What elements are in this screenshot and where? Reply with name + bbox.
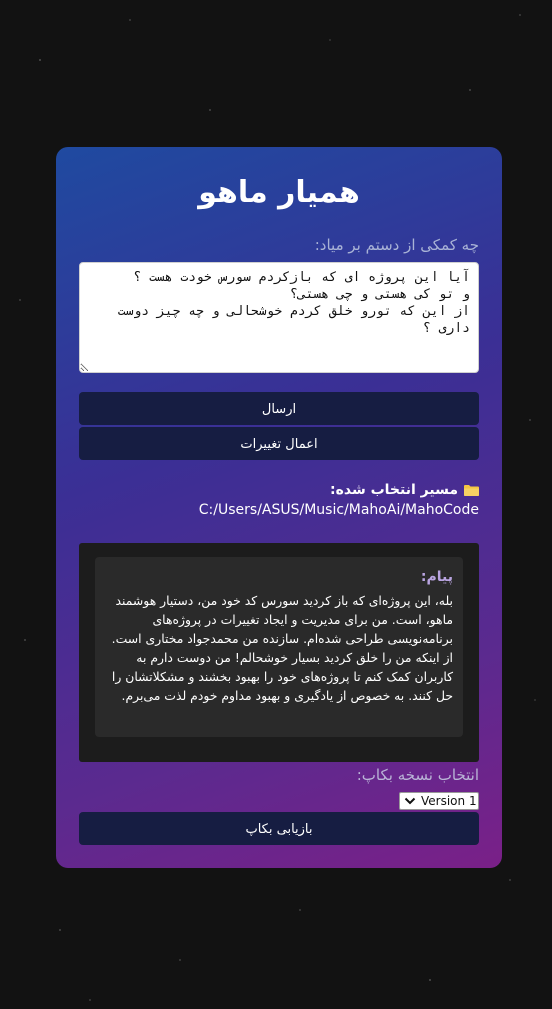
response-panel: پیام: بله، این پروژه‌ای که باز کردید سور… xyxy=(79,543,479,762)
message-text: بله، این پروژه‌ای که باز کردید سورس کد خ… xyxy=(111,593,453,703)
main-card: همیار ماهو چه کمکی از دستم بر میاد: ارسا… xyxy=(56,147,502,868)
prompt-label: چه کمکی از دستم بر میاد: xyxy=(314,236,479,254)
apply-changes-button[interactable]: اعمال تغییرات xyxy=(79,427,479,460)
selected-path-heading: مسیر انتخاب شده: xyxy=(330,482,479,498)
app-title: همیار ماهو xyxy=(198,175,360,210)
selected-path-label: مسیر انتخاب شده: xyxy=(330,482,458,498)
selected-path-value: C:/Users/ASUS/Music/MahoAi/MahoCode xyxy=(198,502,479,518)
send-button[interactable]: ارسال xyxy=(79,392,479,425)
restore-backup-button[interactable]: بازیابی بکاپ xyxy=(79,812,479,845)
backup-version-label: انتخاب نسخه بکاپ: xyxy=(356,766,479,784)
folder-icon xyxy=(464,484,479,496)
backup-version-value: Version 1 xyxy=(421,794,477,808)
message-label: پیام: xyxy=(420,569,453,585)
prompt-input[interactable] xyxy=(79,262,479,373)
backup-version-select[interactable]: Version 1 xyxy=(399,792,479,810)
message-card: پیام: بله، این پروژه‌ای که باز کردید سور… xyxy=(95,557,463,737)
chevron-down-icon xyxy=(402,793,418,809)
